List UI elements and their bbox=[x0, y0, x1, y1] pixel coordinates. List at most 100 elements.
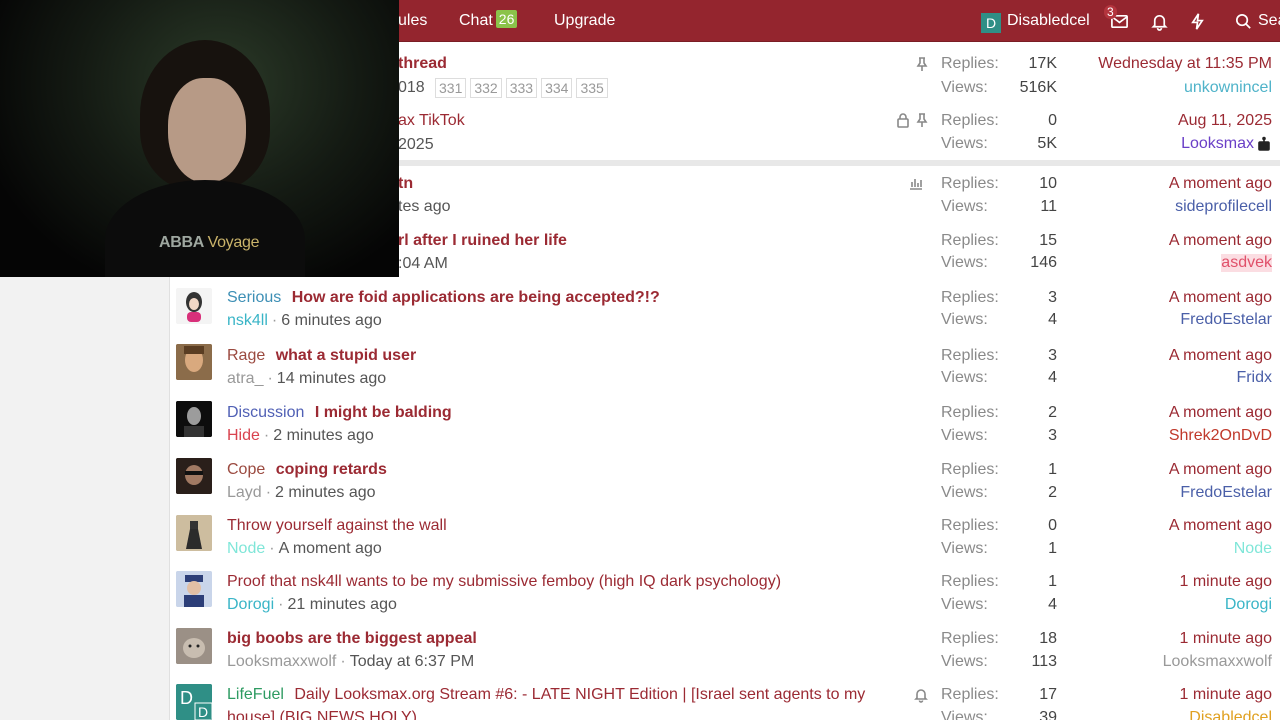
alerts-button[interactable] bbox=[1150, 0, 1169, 42]
page-link[interactable]: 331 bbox=[435, 78, 467, 98]
thread-prefix[interactable]: LifeFuel bbox=[227, 686, 284, 703]
table-row[interactable]: Rage what a stupid user atra_ · 14 minutes… bbox=[170, 337, 1280, 394]
avatar[interactable] bbox=[176, 515, 212, 551]
last-post-user[interactable]: FredoEstelar bbox=[1180, 484, 1272, 502]
lock-icon bbox=[895, 112, 911, 128]
replies-label: Replies: bbox=[941, 573, 999, 590]
avatar[interactable] bbox=[176, 288, 212, 324]
avatar[interactable] bbox=[176, 571, 212, 607]
table-row[interactable]: DD LifeFuel Daily Looksmax.org Stream #6… bbox=[170, 677, 1280, 720]
thread-title[interactable]: ax TikTok bbox=[398, 112, 465, 129]
streamer-face bbox=[168, 78, 246, 183]
thread-title[interactable]: Throw yourself against the wall bbox=[227, 517, 447, 534]
table-row[interactable]: big boobs are the biggest appeal Looksma… bbox=[170, 621, 1280, 677]
thread-author[interactable]: atra_ bbox=[227, 370, 263, 387]
last-post-user[interactable]: Shrek2OnDvD bbox=[1169, 427, 1272, 445]
thread-prefix[interactable]: Rage bbox=[227, 347, 265, 364]
thread-author[interactable]: Looksmaxxwolf bbox=[227, 653, 336, 670]
thread-time: 14 minutes ago bbox=[276, 370, 387, 387]
thread-title[interactable]: How are foid applications are being acce… bbox=[292, 289, 660, 306]
last-post-date[interactable]: 1 minute ago bbox=[1179, 573, 1272, 591]
nav-chat[interactable]: Chat 26 bbox=[459, 0, 518, 42]
views-count: 516K bbox=[1019, 79, 1057, 96]
views-count: 4 bbox=[1048, 596, 1057, 613]
thread-author[interactable]: Hide bbox=[227, 427, 260, 444]
table-row[interactable]: Serious How are foid applications are be… bbox=[170, 280, 1280, 337]
replies-label: Replies: bbox=[941, 686, 999, 703]
replies-label: Replies: bbox=[941, 175, 999, 192]
nav-rules[interactable]: ules bbox=[398, 0, 427, 42]
thread-author[interactable]: Layd bbox=[227, 484, 262, 501]
replies-label: Replies: bbox=[941, 289, 999, 306]
last-post-user[interactable]: FredoEstelar bbox=[1180, 311, 1272, 329]
last-post-date[interactable]: A moment ago bbox=[1169, 404, 1272, 422]
thread-prefix[interactable]: Discussion bbox=[227, 404, 304, 421]
thread-title[interactable]: rl after I ruined her life bbox=[398, 232, 567, 249]
search-label: Sea bbox=[1258, 12, 1280, 29]
thread-author[interactable]: Node bbox=[227, 540, 265, 557]
thread-author[interactable]: nsk4ll bbox=[227, 312, 268, 329]
last-post-date[interactable]: Aug 11, 2025 bbox=[1178, 112, 1272, 130]
avatar[interactable] bbox=[176, 344, 212, 380]
thread-time: 6 minutes ago bbox=[281, 312, 382, 329]
last-post-user[interactable]: Looksmaxxwolf bbox=[1163, 653, 1272, 671]
table-row[interactable]: Discussion I might be balding Hide · 2 min… bbox=[170, 394, 1280, 451]
thread-title[interactable]: thread bbox=[398, 55, 447, 72]
avatar[interactable] bbox=[176, 401, 212, 437]
last-post-date[interactable]: Wednesday at 11:35 PM bbox=[1098, 55, 1272, 73]
replies-count: 18 bbox=[1039, 630, 1057, 647]
thread-time: 2 minutes ago bbox=[273, 427, 374, 444]
avatar[interactable] bbox=[176, 458, 212, 494]
thread-title[interactable]: what a stupid user bbox=[276, 347, 416, 364]
inbox-button[interactable]: 3 bbox=[1104, 0, 1129, 42]
thread-title[interactable]: Daily Looksmax.org Stream #6: - LATE NIG… bbox=[294, 686, 865, 703]
page-link[interactable]: 335 bbox=[576, 78, 608, 98]
shirt-voyage: Voyage bbox=[207, 234, 260, 251]
page-link[interactable]: 333 bbox=[505, 78, 538, 98]
last-post-user[interactable]: Disabledcel bbox=[1189, 709, 1272, 720]
thread-title[interactable]: coping retards bbox=[276, 461, 387, 478]
last-post-date[interactable]: A moment ago bbox=[1169, 347, 1272, 365]
replies-count: 0 bbox=[1048, 517, 1057, 534]
last-post-user[interactable]: Dorogi bbox=[1225, 596, 1272, 614]
search-button[interactable]: Sea bbox=[1234, 0, 1280, 42]
thread-meta: 018 bbox=[398, 79, 425, 96]
last-post-user[interactable]: Fridx bbox=[1236, 369, 1272, 387]
last-post-user[interactable]: sideprofilecell bbox=[1175, 198, 1272, 216]
replies-label: Replies: bbox=[941, 630, 999, 647]
thread-time: Today at 6:37 PM bbox=[349, 653, 475, 670]
last-post-user[interactable]: Node bbox=[1234, 540, 1272, 558]
last-post-user[interactable]: unkownincel bbox=[1184, 79, 1272, 97]
whats-new-button[interactable] bbox=[1188, 0, 1207, 42]
last-post-date[interactable]: 1 minute ago bbox=[1179, 686, 1272, 704]
thread-title[interactable]: tn bbox=[398, 175, 413, 192]
account-menu[interactable]: D Disabledcel bbox=[981, 0, 1090, 42]
thread-title[interactable]: big boobs are the biggest appeal bbox=[227, 630, 477, 647]
thread-prefix[interactable]: Cope bbox=[227, 461, 265, 478]
pin-icon bbox=[914, 112, 930, 128]
last-post-date[interactable]: A moment ago bbox=[1169, 289, 1272, 307]
last-post-date[interactable]: A moment ago bbox=[1169, 232, 1272, 250]
poll-chart-icon bbox=[908, 175, 924, 191]
inbox-count-badge: 3 bbox=[1104, 5, 1117, 19]
table-row[interactable]: Cope coping retards Layd · 2 minutes ago R… bbox=[170, 451, 1280, 508]
avatar[interactable]: DD bbox=[176, 684, 212, 720]
page-link[interactable]: 332 bbox=[470, 78, 502, 98]
thread-title[interactable]: I might be balding bbox=[315, 404, 452, 421]
last-post-date[interactable]: A moment ago bbox=[1169, 461, 1272, 479]
last-post-date[interactable]: 1 minute ago bbox=[1179, 630, 1272, 648]
thread-prefix[interactable]: Serious bbox=[227, 289, 281, 306]
table-row[interactable]: Proof that nsk4ll wants to be my submiss… bbox=[170, 564, 1280, 621]
last-post-date[interactable]: A moment ago bbox=[1169, 517, 1272, 535]
thread-time: 21 minutes ago bbox=[287, 596, 397, 613]
thread-title-continued[interactable]: house] (BIG NEWS HOLY) bbox=[227, 709, 417, 720]
thread-author[interactable]: Dorogi bbox=[227, 596, 274, 613]
last-post-date[interactable]: A moment ago bbox=[1169, 175, 1272, 193]
page-jump: 331 332 333 334 335 bbox=[435, 78, 612, 98]
page-link[interactable]: 334 bbox=[541, 78, 573, 98]
last-post-user[interactable]: asdvek bbox=[1221, 254, 1272, 272]
nav-upgrade[interactable]: Upgrade bbox=[554, 0, 615, 42]
thread-title[interactable]: Proof that nsk4ll wants to be my submiss… bbox=[227, 573, 781, 590]
avatar[interactable] bbox=[176, 628, 212, 664]
table-row[interactable]: Throw yourself against the wall Node · A m… bbox=[170, 508, 1280, 564]
